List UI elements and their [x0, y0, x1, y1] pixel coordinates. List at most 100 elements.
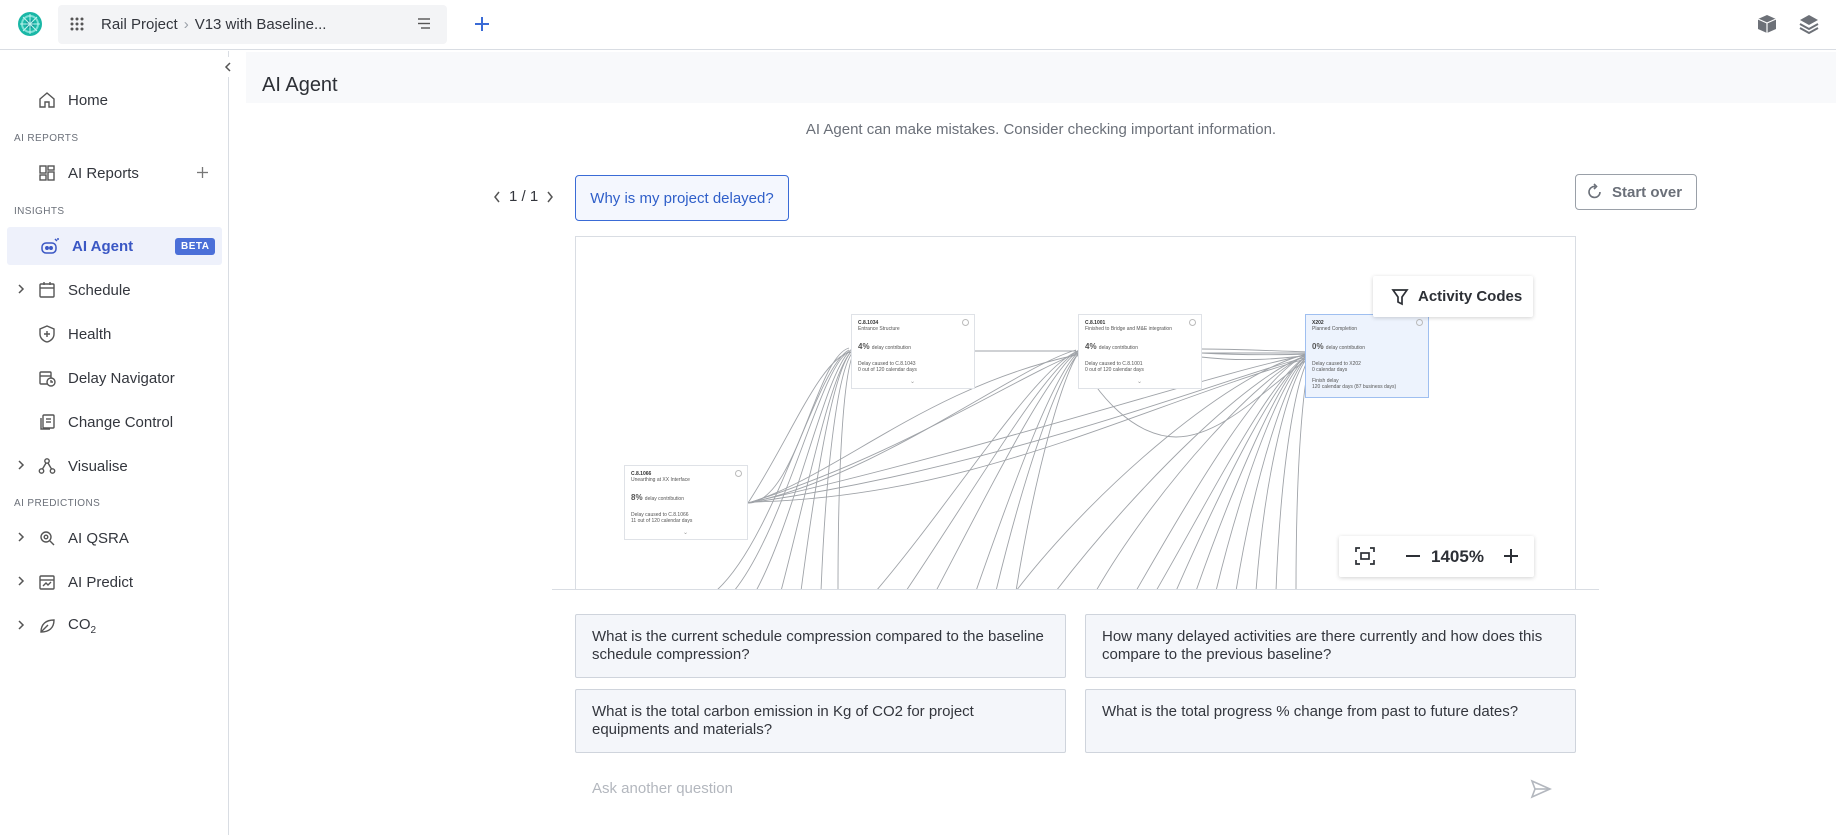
zoom-out-icon[interactable] [1404, 545, 1422, 567]
sidebar-item-schedule[interactable]: Schedule [0, 271, 222, 309]
calendar-clock-icon [38, 369, 56, 387]
chevron-right-icon[interactable] [16, 283, 26, 295]
sidebar-item-co2[interactable]: CO2 [0, 607, 222, 645]
node-info-icon[interactable] [962, 319, 969, 326]
dashboard-icon [38, 164, 56, 182]
node-pct: 8% [631, 492, 643, 502]
suggested-question[interactable]: What is the current schedule compression… [575, 614, 1066, 678]
project-breadcrumb[interactable]: Rail Project › V13 with Baseline... [58, 5, 447, 44]
chevron-right-icon[interactable] [545, 190, 555, 204]
breadcrumb-separator-icon: › [183, 16, 189, 33]
app-logo-icon[interactable] [17, 11, 43, 37]
activity-node[interactable]: C.8.1001 Finished to Bridge and M&E inte… [1078, 314, 1202, 389]
sidebar-item-label: Schedule [68, 281, 131, 299]
node-info-icon[interactable] [1416, 319, 1423, 326]
collapse-sidebar-icon[interactable] [218, 57, 238, 77]
shield-icon [38, 325, 56, 343]
chevron-right-icon[interactable] [16, 575, 26, 587]
node-delay-days: 0 out of 120 calendar days [858, 366, 917, 373]
sidebar-item-health[interactable]: Health [0, 315, 222, 353]
sidebar-item-ai-predict[interactable]: AI Predict [0, 563, 222, 601]
network-icon [38, 457, 56, 475]
chevron-right-icon[interactable] [16, 531, 26, 543]
add-report-icon[interactable] [196, 166, 209, 179]
co2-subscript: 2 [90, 625, 97, 636]
suggested-question[interactable]: What is the total carbon emission in Kg … [575, 689, 1066, 753]
sidebar-item-ai-reports[interactable]: AI Reports [0, 154, 222, 192]
node-delay-days: 11 out of 120 calendar days [631, 517, 693, 524]
suggested-question[interactable]: How many delayed activities are there cu… [1085, 614, 1576, 678]
node-info-icon[interactable] [1189, 319, 1196, 326]
apps-grid-icon[interactable] [70, 17, 84, 31]
sidebar-item-label: Home [68, 91, 109, 109]
chevron-right-icon[interactable] [16, 619, 26, 631]
node-pct: 4% [1085, 341, 1097, 351]
pager-count: 1 / 1 [509, 188, 539, 205]
fit-to-screen-icon[interactable] [1354, 546, 1376, 566]
node-info-icon[interactable] [735, 470, 742, 477]
chevron-left-icon[interactable] [492, 190, 502, 204]
sidebar-item-label: Health [68, 325, 112, 343]
activity-codes-label: Activity Codes [1418, 288, 1523, 305]
calendar-chart-icon [38, 573, 56, 591]
activity-node-selected[interactable]: X202 Planned Completion 0% delay contrib… [1305, 314, 1429, 398]
suggested-question[interactable]: What is the total progress % change from… [1085, 689, 1576, 753]
page-header: AI Agent [246, 52, 1836, 103]
node-pct: 0% [1312, 341, 1324, 351]
home-icon [38, 91, 56, 109]
node-pct: 4% [858, 341, 870, 351]
activity-codes-filter-button[interactable]: Activity Codes [1373, 276, 1533, 317]
breadcrumb-project[interactable]: Rail Project [101, 16, 178, 33]
sidebar-item-ai-qsra[interactable]: AI QSRA [0, 519, 222, 557]
ask-question-input[interactable]: Ask another question [592, 780, 733, 797]
expand-node-icon[interactable]: ⌄ [683, 530, 688, 538]
chevron-right-icon[interactable] [16, 459, 26, 471]
expand-node-icon[interactable]: ⌄ [1137, 379, 1142, 387]
zoom-controls: 1405% [1339, 536, 1534, 577]
gear-search-icon [38, 529, 56, 547]
sidebar-item-change-control[interactable]: Change Control [0, 403, 222, 441]
node-pct-label: delay contribution [644, 495, 684, 502]
expand-node-icon[interactable]: ⌄ [910, 379, 915, 387]
disclaimer-text: AI Agent can make mistakes. Consider che… [805, 121, 1277, 138]
sidebar-item-label: Change Control [68, 413, 174, 431]
activity-node[interactable]: C.8.1066 Unearthing at XX Interface 8% d… [624, 465, 748, 540]
document-copy-icon [38, 413, 56, 431]
top-bar: Rail Project › V13 with Baseline... [0, 0, 1836, 50]
sidebar-item-ai-agent[interactable]: AI Agent BETA [7, 227, 222, 265]
node-pct-label: delay contribution [1098, 344, 1138, 351]
refresh-icon [1576, 183, 1612, 201]
version-menu-icon[interactable] [417, 17, 431, 30]
node-name: Finished to Bridge and M&E integration [1085, 326, 1172, 333]
sidebar-item-visualise[interactable]: Visualise [0, 447, 222, 485]
zoom-in-icon[interactable] [1502, 545, 1520, 567]
layers-icon[interactable] [1797, 12, 1821, 36]
asked-question[interactable]: Why is my project delayed? [575, 175, 789, 221]
breadcrumb-version[interactable]: V13 with Baseline... [195, 16, 327, 33]
sidebar-item-label: Visualise [68, 457, 128, 475]
sidebar-item-home[interactable]: Home [0, 81, 222, 119]
add-tab-icon[interactable] [472, 14, 492, 34]
package-icon[interactable] [1756, 13, 1778, 35]
sidebar-item-label: AI QSRA [68, 529, 129, 547]
node-pct-label: delay contribution [1325, 344, 1365, 351]
send-icon[interactable] [1530, 779, 1552, 799]
answer-pager: 1 / 1 [492, 188, 555, 205]
sidebar-item-label: AI Agent [72, 237, 134, 255]
node-delay-days: 0 calendar days [1312, 366, 1348, 373]
co2-label: CO [68, 616, 91, 633]
start-over-button[interactable]: Start over [1575, 174, 1697, 210]
node-name: Entrance Structure [858, 326, 900, 333]
node-name: Planned Completion [1312, 326, 1358, 333]
sidebar-item-label: CO2 [68, 616, 96, 636]
node-delay-days: 0 out of 120 calendar days [1085, 366, 1144, 373]
node-finish-delay-days: 120 calendar days (87 business days) [1312, 384, 1397, 391]
start-over-label: Start over [1612, 183, 1683, 201]
section-label-insights: INSIGHTS [14, 206, 65, 217]
leaf-icon [38, 617, 56, 635]
beta-badge: BETA [175, 238, 216, 255]
sidebar-item-delay-navigator[interactable]: Delay Navigator [0, 359, 222, 397]
filter-icon [1373, 288, 1418, 306]
activity-node[interactable]: C.8.1034 Entrance Structure 4% delay con… [851, 314, 975, 389]
graph-bottom-divider [552, 589, 1599, 590]
